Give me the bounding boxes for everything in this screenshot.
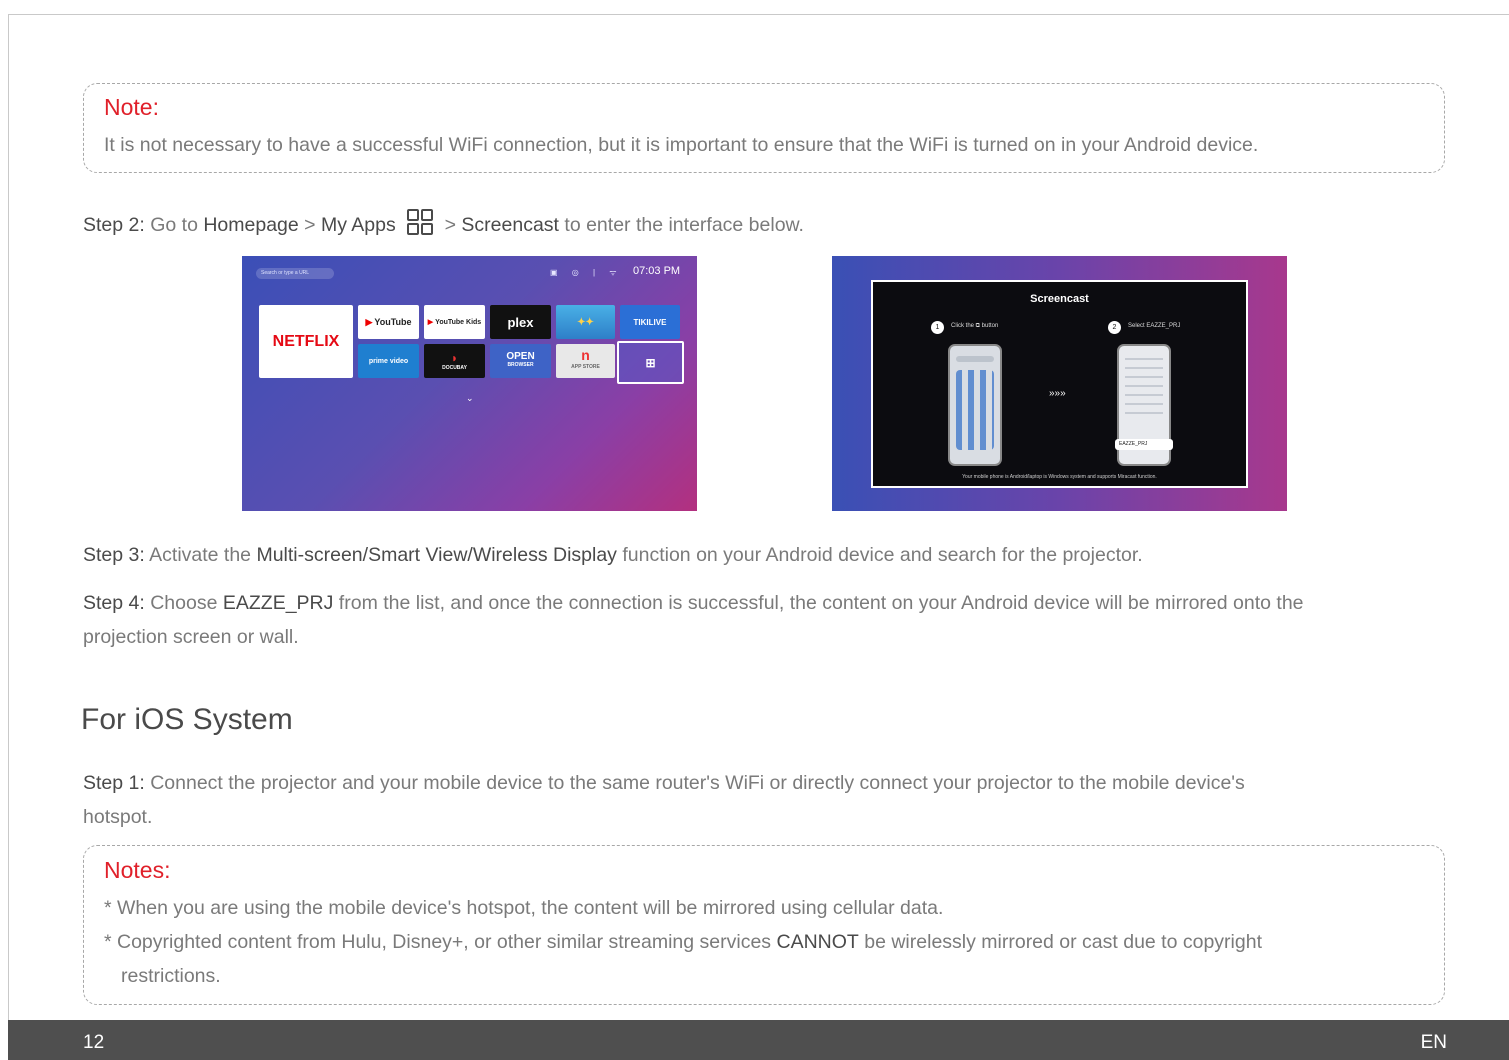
step4-line2: projection screen or wall. <box>83 626 299 648</box>
page-footer: 12 EN <box>8 1020 1509 1060</box>
game-tile: ✦✦ <box>556 305 615 339</box>
step2-text-3: > <box>439 214 462 236</box>
status-icons: ▣ ◎ | ᯤ <box>550 268 623 277</box>
screencast-title: Screencast <box>1030 293 1089 305</box>
ios-step1-line2: hotspot. <box>83 806 153 828</box>
step3-paragraph: Step 3: Activate the Multi-screen/Smart … <box>83 538 1143 572</box>
step2-text-4: to enter the interface below. <box>558 214 804 236</box>
notes-item-2: * Copyrighted content from Hulu, Disney+… <box>104 925 1262 959</box>
prime-video-tile: prime video <box>358 344 419 378</box>
step2-homepage: Homepage <box>203 214 299 236</box>
my-apps-tile: ⊞ <box>617 341 684 384</box>
step3-label: Step 3: <box>83 544 145 566</box>
notes-item-2-a: * Copyrighted content from Hulu, Disney+… <box>104 931 777 953</box>
search-bar: Search or type a URL <box>256 268 334 279</box>
note-title: Note: <box>104 94 159 120</box>
clock: 07:03 PM <box>633 265 681 277</box>
notes-title: Notes: <box>104 857 171 883</box>
step4-text-2: from the list, and once the connection i… <box>333 592 1304 614</box>
step2-label: Step 2: <box>83 214 145 236</box>
step-two-badge: 2 <box>1108 321 1121 334</box>
youtube-tile: ▶ YouTube <box>358 305 419 339</box>
step2-text-2: > <box>298 214 321 236</box>
step4-text-1: Choose <box>144 592 223 614</box>
step2-screencast: Screencast <box>461 214 559 236</box>
screencast-footer: Your mobile phone is Android/laptop is W… <box>962 474 1157 480</box>
ios-step1-text: Connect the projector and your mobile de… <box>144 772 1245 794</box>
step-one-badge: 1 <box>931 321 944 334</box>
step4-label: Step 4: <box>83 592 145 614</box>
notes-item-1: * When you are using the mobile device's… <box>104 897 944 919</box>
step4-device: EAZZE_PRJ <box>222 592 334 614</box>
notes-item-2-strong: CANNOT <box>776 931 859 953</box>
step-two-text: Select EAZZE_PRJ <box>1128 323 1181 329</box>
screencast-screenshot: Screencast 1 Click the ⧉ button 2 Select… <box>832 256 1287 511</box>
step3-text-1: Activate the <box>144 544 257 566</box>
open-browser-tile: OPEN BROWSER <box>490 344 551 378</box>
ios-step1-label: Step 1: <box>83 772 145 794</box>
note-text: It is not necessary to have a successful… <box>104 134 1259 156</box>
step-one-text: Click the ⧉ button <box>951 323 999 329</box>
phone-quick-settings <box>948 344 1002 466</box>
screencast-panel: Screencast 1 Click the ⧉ button 2 Select… <box>871 280 1248 488</box>
notes-item-2-line2: restrictions. <box>121 965 221 987</box>
plex-tile: plex <box>490 305 551 339</box>
ios-step1-paragraph: Step 1: Connect the projector and your m… <box>83 766 1453 834</box>
arrows-icon: »»» <box>1049 388 1066 399</box>
docubay-tile: ◗ DOCUBAY <box>424 344 485 378</box>
step3-text-2: function on your Android device and sear… <box>616 544 1143 566</box>
language-label: EN <box>1420 1032 1447 1053</box>
netflix-tile: NETFLIX <box>259 305 353 378</box>
step2-my-apps: My Apps <box>320 214 396 236</box>
app-store-tile: n APP STORE <box>556 344 615 378</box>
search-placeholder: Search or type a URL <box>261 270 310 276</box>
tikilive-tile: TIKILIVE <box>620 305 680 339</box>
homepage-screenshot: Search or type a URL ▣ ◎ | ᯤ 07:03 PM NE… <box>242 256 697 511</box>
page-number: 12 <box>83 1032 105 1053</box>
ios-heading: For iOS System <box>81 703 293 736</box>
device-name-popup: EAZZE_PRJ <box>1115 439 1173 450</box>
chevron-down-icon: ⌄ <box>466 393 474 403</box>
step2-text-1: Go to <box>144 214 204 236</box>
step4-paragraph: Step 4: Choose EAZZE_PRJ from the list, … <box>83 586 1453 654</box>
step2-paragraph: Step 2: Go to Homepage > My Apps > Scree… <box>83 207 804 242</box>
notes-item-2-b: be wirelessly mirrored or cast due to co… <box>858 931 1262 953</box>
step3-feature: Multi-screen/Smart View/Wireless Display <box>256 544 617 566</box>
apps-grid-icon <box>405 207 435 237</box>
youtube-kids-tile: ▶ YouTube Kids <box>424 305 485 339</box>
